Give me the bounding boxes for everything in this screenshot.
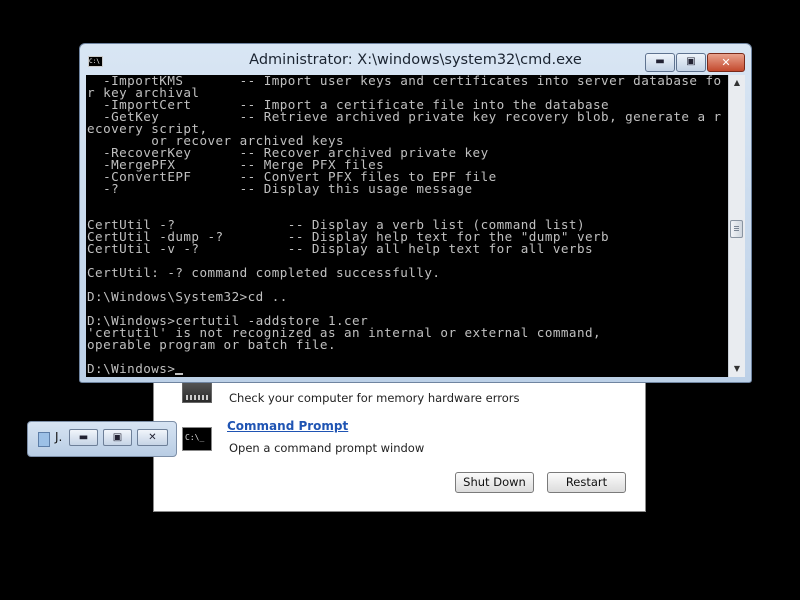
close-button[interactable]: ✕ — [137, 429, 168, 446]
cmd-window[interactable]: C:\ Administrator: X:\windows\system32\c… — [79, 43, 752, 383]
console-output[interactable]: -ImportKMS -- Import user keys and certi… — [86, 75, 728, 377]
scrollbar-thumb[interactable] — [730, 220, 743, 238]
console-line: D:\Windows\System32>cd .. — [87, 289, 288, 304]
close-icon: ✕ — [148, 432, 157, 443]
window-app-icon — [38, 432, 50, 447]
console-line: operable program or batch file. — [87, 337, 336, 352]
console-line: D:\Windows> — [87, 361, 176, 376]
maximize-icon: ▣ — [112, 432, 123, 443]
cmd-maximize-button[interactable]: ▣ — [676, 53, 706, 72]
cmd-close-button[interactable]: ✕ — [707, 53, 745, 72]
minimize-icon: ▬ — [655, 56, 665, 67]
close-icon: ✕ — [721, 56, 731, 69]
vertical-scrollbar[interactable]: ▲ ▼ — [728, 75, 745, 377]
memory-diagnostic-description: Check your computer for memory hardware … — [229, 391, 520, 405]
minimize-button[interactable]: ▬ — [69, 429, 98, 446]
console-line: CertUtil -v -? -- Display all help text … — [87, 241, 594, 256]
minimized-window[interactable]: J. ▬ ▣ ✕ — [27, 421, 177, 457]
maximize-icon: ▣ — [686, 56, 696, 67]
recovery-options-dialog: Check your computer for memory hardware … — [153, 362, 646, 512]
minimized-window-title: J. — [55, 430, 63, 444]
cmd-minimize-button[interactable]: ▬ — [645, 53, 675, 72]
maximize-button[interactable]: ▣ — [103, 429, 132, 446]
scroll-up-arrow-icon[interactable]: ▲ — [729, 75, 745, 91]
console-text[interactable]: -ImportKMS -- Import user keys and certi… — [86, 75, 728, 375]
recovery-options-panel: Check your computer for memory hardware … — [154, 363, 645, 511]
console-line: CertUtil: -? command completed successfu… — [87, 265, 441, 280]
cmd-titlebar[interactable]: C:\ Administrator: X:\windows\system32\c… — [80, 44, 751, 75]
restart-button[interactable]: Restart — [547, 472, 626, 493]
command-prompt-link[interactable]: Command Prompt — [227, 419, 348, 433]
console-line: -? -- Display this usage message — [87, 181, 473, 196]
text-cursor — [175, 373, 184, 375]
scroll-down-arrow-icon[interactable]: ▼ — [729, 361, 745, 377]
minimize-icon: ▬ — [78, 432, 89, 443]
shut-down-button[interactable]: Shut Down — [455, 472, 534, 493]
command-prompt-icon[interactable]: C:\_ — [182, 427, 212, 451]
command-prompt-description: Open a command prompt window — [229, 441, 425, 455]
